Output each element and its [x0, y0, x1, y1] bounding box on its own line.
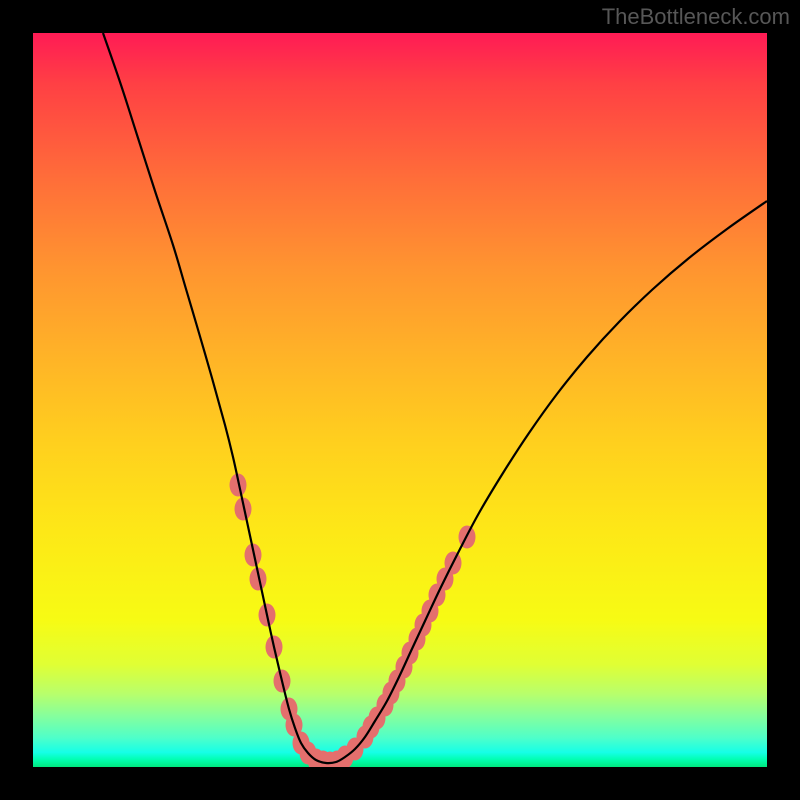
data-points: [230, 474, 476, 768]
watermark-text: TheBottleneck.com: [602, 4, 790, 30]
bottleneck-curve: [103, 33, 767, 763]
chart-frame: TheBottleneck.com: [0, 0, 800, 800]
chart-svg: [33, 33, 767, 767]
plot-area: [33, 33, 767, 767]
